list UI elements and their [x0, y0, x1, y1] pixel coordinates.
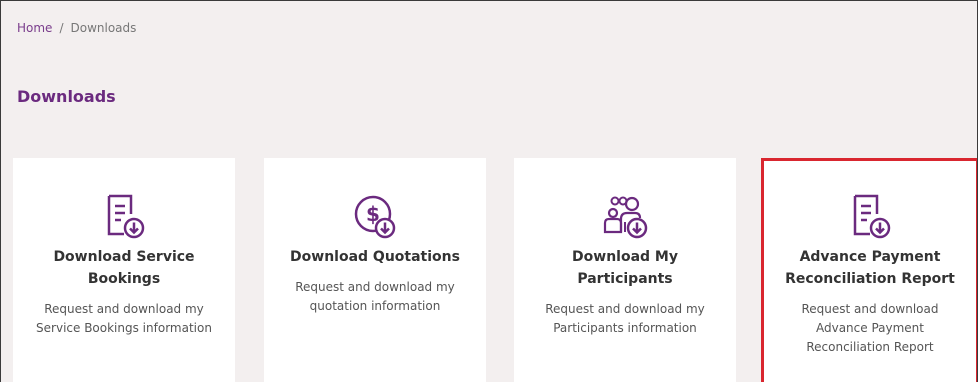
breadcrumb-separator: / [59, 21, 64, 35]
card-title-line: Participants [577, 271, 673, 287]
document-download-icon [107, 194, 145, 239]
card-title-line: Download Quotations [290, 249, 460, 265]
breadcrumb: Home / Downloads [17, 21, 136, 35]
card-description: Request and download my Participants inf… [522, 300, 728, 338]
card-title-line: Download My [572, 249, 678, 265]
page-title: Downloads [17, 87, 116, 106]
card-title-line: Advance Payment [799, 249, 941, 265]
participants-download-icon [603, 196, 648, 239]
advance-payment-reconciliation-card[interactable]: Advance Payment Reconciliation Report Re… [761, 158, 977, 382]
card-description-line: Reconciliation Report [806, 340, 934, 354]
dollar-download-icon: $ [354, 195, 396, 239]
card-description-line: Request and download my [44, 302, 204, 316]
card-description-line: Participants information [553, 321, 697, 335]
card-description-line: quotation information [309, 299, 441, 313]
download-quotations-card[interactable]: $ Download Quotations Request and downlo… [264, 158, 486, 382]
download-participants-card[interactable]: Download My Participants Request and dow… [514, 158, 736, 382]
card-description: Request and download my quotation inform… [272, 278, 478, 316]
card-description-line: Service Bookings information [36, 321, 212, 335]
breadcrumb-home-link[interactable]: Home [17, 21, 52, 35]
card-title-line: Download Service [53, 249, 195, 265]
breadcrumb-current: Downloads [70, 21, 137, 35]
card-description-line: Request and download my [295, 280, 455, 294]
card-title-line: Reconciliation Report [785, 271, 955, 287]
card-title: Download Service Bookings [21, 246, 227, 290]
card-description: Request and download my Service Bookings… [21, 300, 227, 338]
card-title-line: Bookings [87, 271, 161, 287]
document-download-icon [853, 194, 891, 239]
card-description: Request and download Advance Payment Rec… [772, 300, 968, 357]
card-title: Download My Participants [522, 246, 728, 290]
downloads-page: Home / Downloads Downloads Download Servic… [0, 0, 978, 382]
card-description-line: Request and download my [545, 302, 705, 316]
download-service-bookings-card[interactable]: Download Service Bookings Request and do… [13, 158, 235, 382]
card-title: Advance Payment Reconciliation Report [772, 246, 968, 290]
card-title: Download Quotations [272, 246, 478, 268]
card-description-line: Advance Payment [815, 321, 924, 335]
card-description-line: Request and download [801, 302, 939, 316]
